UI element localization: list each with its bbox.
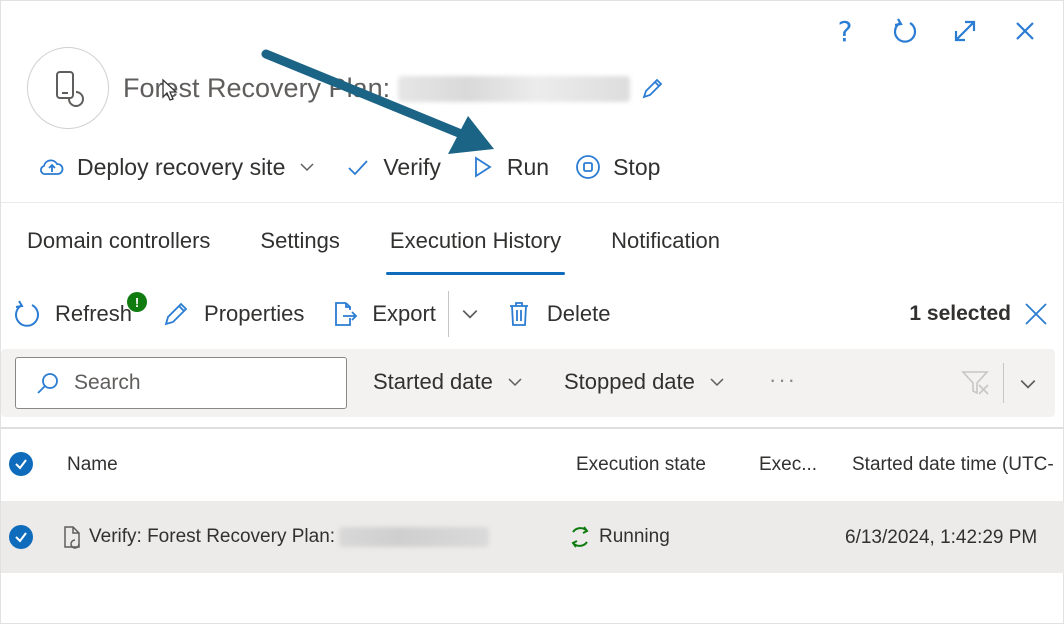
tab-domain-controllers[interactable]: Domain controllers <box>27 223 210 275</box>
play-icon <box>474 156 492 178</box>
select-all-checkbox[interactable] <box>9 452 33 476</box>
header-divider <box>1 202 1064 203</box>
refresh-icon[interactable] <box>889 15 921 47</box>
refresh-button[interactable]: Refresh ! <box>13 292 147 328</box>
verify-label: Verify <box>383 153 441 180</box>
page-title-text: Forest Recovery Plan: <box>123 73 391 103</box>
filter-divider <box>1003 363 1004 403</box>
table-header: Name Execution state Exec... Started dat… <box>1 441 1064 487</box>
toolbar-divider <box>447 291 449 337</box>
stop-label: Stop <box>613 153 661 180</box>
properties-button[interactable]: Properties <box>162 300 304 328</box>
refresh-label: Refresh <box>55 301 133 326</box>
started-date-filter[interactable]: Started date <box>373 369 523 395</box>
pencil-icon[interactable] <box>640 77 664 101</box>
export-label: Export <box>372 301 436 326</box>
help-icon[interactable]: ? <box>829 14 861 48</box>
stop-button[interactable]: Stop <box>575 154 660 181</box>
trash-icon <box>509 302 528 326</box>
phone-restore-icon <box>56 71 84 107</box>
export-button[interactable]: Export <box>330 300 436 328</box>
tab-bar: Domain controllers Settings Execution Hi… <box>27 223 770 275</box>
history-toolbar: Refresh ! Properties Export Delete 1 sel… <box>13 289 1049 339</box>
chevron-down-icon[interactable] <box>1019 375 1037 393</box>
redacted-domain <box>398 75 631 102</box>
run-button[interactable]: Run <box>469 154 549 181</box>
help-glyph: ? <box>837 14 853 48</box>
expand-icon[interactable] <box>949 15 981 47</box>
column-header-exec[interactable]: Exec... <box>759 454 817 476</box>
running-icon <box>571 526 589 548</box>
command-bar: Deploy recovery site Verify Run Stop <box>39 149 660 185</box>
avatar <box>27 47 109 129</box>
close-icon[interactable] <box>1009 15 1041 47</box>
page-title: Forest Recovery Plan: <box>123 73 664 104</box>
chevron-down-icon <box>462 310 478 319</box>
pencil-icon <box>164 302 188 326</box>
table-row[interactable]: Verify: Forest Recovery Plan: Running 6/… <box>1 501 1064 573</box>
search-input[interactable] <box>74 371 314 395</box>
run-label: Run <box>506 153 550 180</box>
row-checkbox[interactable] <box>9 525 33 549</box>
more-filters-button[interactable]: ··· <box>769 367 797 393</box>
filter-bar: Started date Stopped date ··· <box>1 349 1055 417</box>
refresh-icon <box>15 300 39 327</box>
column-header-name[interactable]: Name <box>67 454 118 476</box>
stopped-date-filter[interactable]: Stopped date <box>564 369 725 395</box>
clear-selection-icon[interactable] <box>1023 301 1049 327</box>
row-state: Running <box>599 526 670 547</box>
chevron-down-icon <box>300 163 314 172</box>
column-header-started[interactable]: Started date time (UTC- <box>852 454 1054 476</box>
export-icon <box>335 302 358 326</box>
started-date-label: Started date <box>373 369 493 394</box>
clear-filter-icon[interactable] <box>961 369 991 397</box>
checkmark-icon <box>15 459 27 470</box>
tab-notification[interactable]: Notification <box>611 223 720 275</box>
deploy-label: Deploy recovery site <box>77 153 286 180</box>
window-controls: ? <box>829 14 1041 48</box>
selection-indicator: 1 selected <box>909 301 1049 327</box>
checkmark-icon <box>348 160 369 176</box>
delete-button[interactable]: Delete <box>505 300 611 328</box>
recovery-plan-panel: ? Forest Recovery Plan: Deploy recovery … <box>0 0 1064 624</box>
verify-button[interactable]: Verify <box>345 154 441 181</box>
properties-label: Properties <box>204 301 305 326</box>
document-icon <box>64 526 80 549</box>
search-box[interactable] <box>15 357 347 409</box>
column-header-execution-state[interactable]: Execution state <box>576 454 706 476</box>
stopped-date-label: Stopped date <box>564 369 695 394</box>
chevron-down-icon <box>508 378 522 387</box>
row-state-cell: Running <box>567 524 670 550</box>
selected-count: 1 selected <box>909 302 1011 325</box>
tab-execution-history[interactable]: Execution History <box>385 223 566 275</box>
row-name-cell: Verify: Forest Recovery Plan: <box>61 525 490 549</box>
cloud-upload-icon <box>40 159 64 175</box>
checkmark-icon <box>15 532 27 543</box>
stop-icon <box>576 155 600 179</box>
alert-badge: ! <box>127 292 147 312</box>
row-name: Verify: Forest Recovery Plan: <box>89 526 336 547</box>
search-icon <box>37 373 58 394</box>
tab-settings[interactable]: Settings <box>260 223 340 275</box>
deploy-recovery-site-button[interactable]: Deploy recovery site <box>39 154 315 181</box>
table-divider <box>1 427 1064 429</box>
row-started: 6/13/2024, 1:42:29 PM <box>845 527 1038 548</box>
redacted-domain <box>339 527 490 547</box>
chevron-down-icon <box>710 378 724 387</box>
more-dropdown-button[interactable] <box>461 305 479 323</box>
delete-label: Delete <box>546 301 611 326</box>
